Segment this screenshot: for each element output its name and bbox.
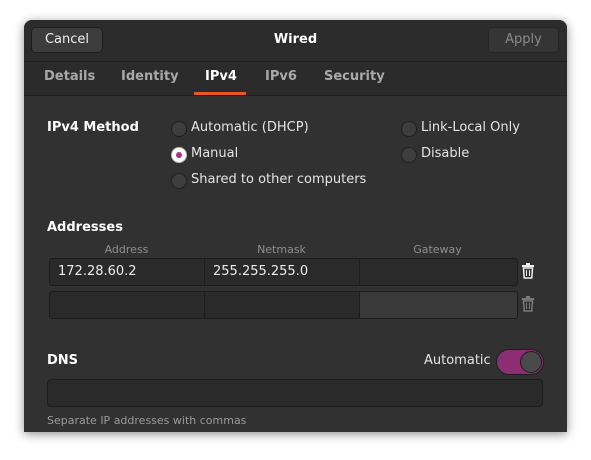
tab-ipv4[interactable]: IPv4 bbox=[205, 69, 237, 84]
tab-ipv6[interactable]: IPv6 bbox=[265, 69, 297, 84]
trash-icon bbox=[522, 263, 534, 279]
tab-identity[interactable]: Identity bbox=[121, 69, 179, 84]
radio-label: Disable bbox=[421, 146, 470, 161]
address-input[interactable] bbox=[50, 292, 205, 318]
radio-button-checked[interactable] bbox=[171, 147, 187, 163]
tab-bar: Details Identity IPv4 IPv6 Security bbox=[24, 62, 567, 96]
radio-button[interactable] bbox=[171, 121, 187, 137]
column-header-netmask: Netmask bbox=[257, 243, 306, 256]
netmask-input[interactable]: 255.255.255.0 bbox=[205, 259, 360, 285]
column-header-address: Address bbox=[104, 243, 149, 256]
trash-icon bbox=[522, 296, 534, 312]
column-header-gateway: Gateway bbox=[413, 243, 462, 256]
header-bar: Cancel Wired Apply bbox=[24, 20, 567, 62]
dns-input[interactable] bbox=[47, 379, 543, 407]
address-row: 172.28.60.2 255.255.255.0 bbox=[49, 258, 518, 286]
delete-address-button[interactable] bbox=[514, 258, 542, 284]
tab-details[interactable]: Details bbox=[44, 69, 95, 84]
dns-hint: Separate IP addresses with commas bbox=[47, 414, 247, 427]
delete-address-button[interactable] bbox=[514, 291, 542, 317]
address-input[interactable]: 172.28.60.2 bbox=[50, 259, 205, 285]
radio-label: Manual bbox=[191, 146, 239, 161]
radio-label: Link-Local Only bbox=[421, 120, 520, 135]
active-tab-indicator bbox=[194, 92, 246, 95]
netmask-input[interactable] bbox=[205, 292, 360, 318]
addresses-label: Addresses bbox=[47, 220, 123, 235]
dns-automatic-label: Automatic bbox=[424, 353, 491, 368]
apply-button[interactable]: Apply bbox=[488, 27, 559, 53]
dns-label: DNS bbox=[47, 353, 79, 368]
dns-automatic-toggle[interactable] bbox=[496, 349, 544, 375]
radio-button[interactable] bbox=[171, 173, 187, 189]
network-settings-dialog: Cancel Wired Apply Details Identity IPv4… bbox=[24, 20, 567, 432]
tab-security[interactable]: Security bbox=[324, 69, 385, 84]
radio-label: Shared to other computers bbox=[191, 172, 367, 187]
gateway-input[interactable] bbox=[360, 259, 517, 285]
radio-button[interactable] bbox=[401, 121, 417, 137]
toggle-knob bbox=[520, 351, 542, 373]
address-row bbox=[49, 291, 518, 319]
gateway-input[interactable] bbox=[360, 292, 517, 318]
ipv4-method-label: IPv4 Method bbox=[47, 120, 139, 135]
dialog-title: Wired bbox=[273, 32, 318, 47]
radio-label: Automatic (DHCP) bbox=[191, 120, 309, 135]
radio-button[interactable] bbox=[401, 147, 417, 163]
